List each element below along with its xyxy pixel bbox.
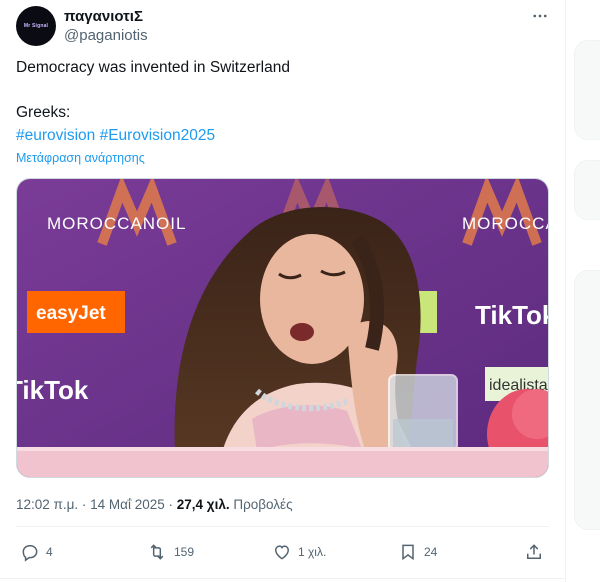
tweet-article[interactable]: Mr Signal παγανιοτιΣ @paganiotis Democra… [0,0,565,582]
meme-photo: MOROCCANOIL MOROCCANOIL easyJet TikTok T… [17,179,549,477]
hashtag-link[interactable]: #eurovision [16,127,95,144]
right-sidebar [566,0,600,582]
share-icon [527,544,541,559]
author-handle[interactable]: @paganiotis [64,27,148,44]
more-horizontal-icon [533,14,547,18]
share-button[interactable] [524,540,544,564]
views-count: 27,4 χιλ. [176,497,230,512]
hashtag-row: #eurovision #Eurovision2025 [16,127,215,145]
tweet-bottom-border [0,578,565,579]
bookmark-count: 24 [424,545,438,559]
tweet-text-line-1: Democracy was invented in Switzerland [16,59,290,76]
sidebar-card[interactable] [574,40,600,140]
tweet-media-image[interactable]: MOROCCANOIL MOROCCANOIL easyJet TikTok T… [16,178,549,478]
sidebar-card[interactable] [574,270,600,530]
repost-button[interactable]: 159 [146,540,194,564]
like-button[interactable]: 1 χιλ. [272,540,326,564]
tweet-meta: 12:02 π.μ. · 14 Μαΐ 2025 · 27,4 χιλ. Προ… [16,497,293,512]
more-button[interactable] [526,4,554,28]
actions-divider [16,526,549,527]
translate-post-link[interactable]: Μετάφραση ανάρτησης [16,151,145,165]
tweet-text-line-2: Greeks: [16,104,71,121]
like-count: 1 χιλ. [298,545,327,559]
repost-icon [150,544,164,560]
avatar[interactable]: Mr Signal [16,6,56,46]
reply-button[interactable]: 4 [20,540,53,564]
avatar-label: Mr Signal [23,23,49,29]
banner-easyjet: easyJet [36,303,106,324]
tweet-date[interactable]: 14 Μαΐ 2025 [90,497,165,512]
sidebar-card[interactable] [574,160,600,220]
tweet-time[interactable]: 12:02 π.μ. [16,497,78,512]
banner-brand-text-left: MOROCCANOIL [47,214,186,233]
repost-count: 159 [174,545,195,559]
author-display-name[interactable]: παγανιοτιΣ [64,8,143,25]
heart-icon [274,545,290,560]
banner-brand-text-right: MOROCCANOIL [462,214,549,233]
banner-tiktok-left: TikTok [17,375,89,405]
reply-count: 4 [46,545,53,559]
meta-separator: · [81,497,91,512]
meta-separator: · [168,497,177,512]
bookmark-button[interactable]: 24 [398,540,437,564]
bookmark-icon [402,544,414,561]
hashtag-link[interactable]: #Eurovision2025 [100,127,215,144]
reply-icon [22,545,38,562]
views-label: Προβολές [233,497,293,512]
banner-tiktok-right: TikTok [475,300,549,330]
